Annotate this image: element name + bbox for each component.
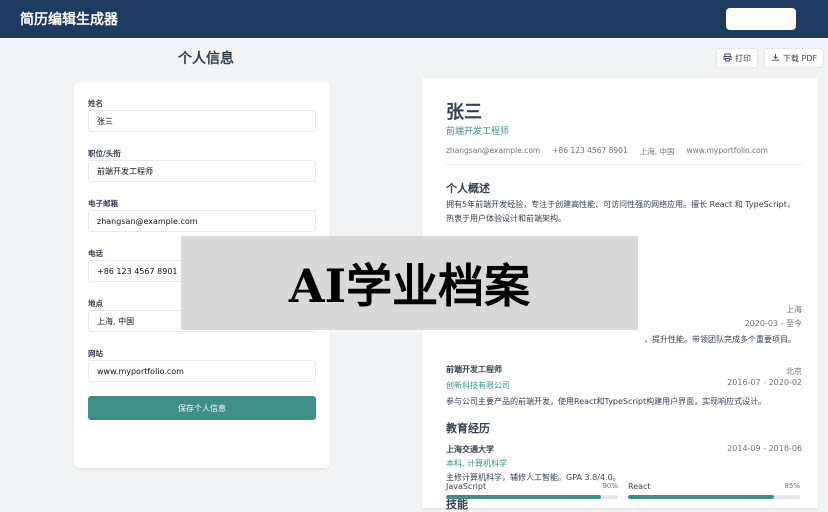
contact-location: 上海, 中国	[639, 147, 675, 156]
field-label: 姓名	[88, 99, 103, 108]
print-button[interactable]: 打印	[716, 48, 758, 68]
edu-degree: 本科, 计算机科学	[446, 459, 508, 468]
skill-name: JavaScript	[446, 482, 487, 491]
education-heading: 教育经历	[446, 422, 490, 435]
edu-school: 上海交通大学	[446, 445, 494, 454]
skill-react: React 85%	[628, 482, 800, 499]
resume-name: 张三	[446, 102, 482, 123]
name-field: 姓名 张三	[88, 98, 316, 132]
skill-name: React	[628, 482, 651, 491]
print-label: 打印	[735, 53, 751, 63]
form-heading: 个人信息	[178, 51, 234, 67]
download-pdf-button[interactable]: 下载 PDF	[764, 48, 825, 68]
skill-bar-fill	[628, 495, 775, 499]
summary-text: 拥有5年前端开发经验，专注于创建高性能、可访问性强的网络应用。擅长 React …	[446, 200, 795, 223]
skill-percent: 85%	[784, 482, 800, 490]
app-title: 简历编辑生成器	[20, 12, 118, 28]
job2-company: 创新科技有限公司	[446, 381, 510, 390]
website-input[interactable]: www.myportfolio.com	[88, 360, 316, 382]
field-label: 网站	[88, 349, 103, 358]
contact-phone: +86 123 4567 8901	[552, 146, 628, 155]
contact-website: www.myportfolio.com	[686, 146, 768, 155]
title-input[interactable]: 前端开发工程师	[88, 160, 316, 182]
website-field: 网站 www.myportfolio.com	[88, 348, 316, 382]
download-label: 下载 PDF	[783, 53, 818, 63]
top-navbar: 简历编辑生成器	[0, 0, 828, 38]
top-right-button[interactable]	[726, 8, 796, 30]
job2-role: 前端开发工程师	[446, 365, 502, 374]
job1-description: ，提升性能。带领团队完成多个重要项目。	[644, 335, 796, 344]
job2-description: 参与公司主要产品的前端开发，使用React和TypeScript构建用户界面，实…	[446, 397, 767, 406]
name-input[interactable]: 张三	[88, 110, 316, 132]
watermark-banner: AI学业档案	[181, 236, 638, 330]
divider	[446, 164, 802, 165]
job2-location: 北京	[786, 367, 802, 376]
job1-dates: 2020-03 - 至今	[744, 319, 802, 328]
field-label: 电子邮箱	[88, 199, 118, 208]
email-input[interactable]: zhangsan@example.com	[88, 210, 316, 232]
summary-heading: 个人概述	[446, 182, 490, 195]
skill-javascript: JavaScript 90%	[446, 482, 618, 499]
resume-contact: zhangsan@example.com +86 123 4567 8901 上…	[446, 146, 768, 157]
field-label: 职位/头衔	[88, 149, 121, 158]
skill-percent: 90%	[602, 482, 618, 490]
email-field: 电子邮箱 zhangsan@example.com	[88, 198, 316, 232]
edu-dates: 2014-09 - 2018-06	[727, 444, 802, 453]
skill-bar-fill	[446, 495, 601, 499]
printer-icon	[723, 52, 732, 64]
download-icon	[771, 53, 780, 64]
skill-bar-track	[446, 495, 618, 499]
save-button[interactable]: 保存个人信息	[88, 396, 316, 420]
skill-bar-track	[628, 495, 800, 499]
job1-location: 上海	[786, 305, 802, 314]
title-field: 职位/头衔 前端开发工程师	[88, 148, 316, 182]
contact-email: zhangsan@example.com	[446, 146, 541, 155]
job2-dates: 2016-07 - 2020-02	[727, 378, 802, 387]
resume-title: 前端开发工程师	[446, 127, 510, 137]
